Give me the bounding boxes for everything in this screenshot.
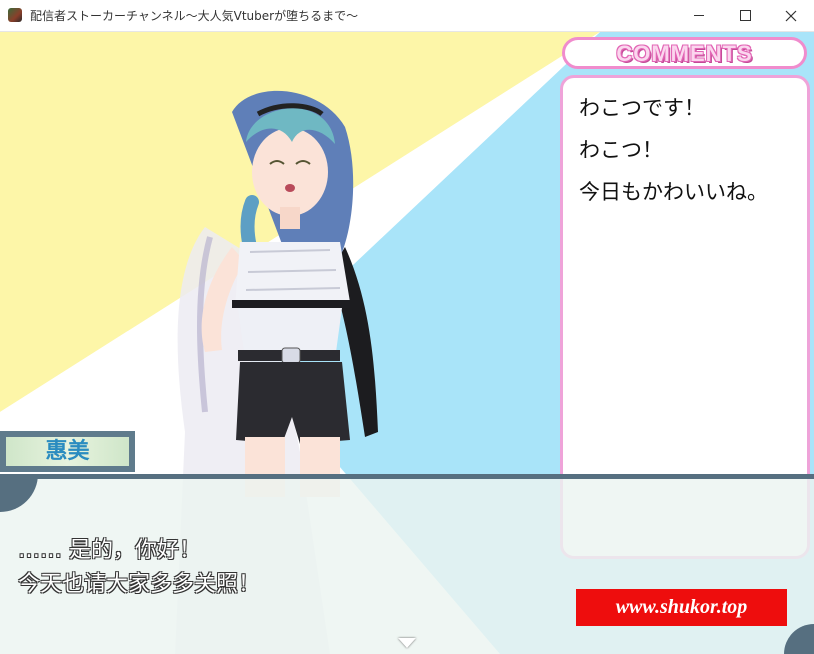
comments-title: COMMENTS — [616, 41, 753, 66]
comments-header: COMMENTS — [562, 37, 807, 69]
minimize-button[interactable] — [676, 0, 722, 31]
speaker-name: 惠美 — [45, 439, 90, 464]
continue-arrow-icon[interactable] — [398, 638, 416, 648]
message-window[interactable] — [0, 474, 814, 654]
comment-item: 今日もかわいいね。 — [579, 180, 768, 204]
comment-item: わこつです！ — [579, 96, 705, 120]
dialogue-line: …… 是的，你好！ — [18, 538, 201, 563]
speaker-namebox: 惠美 — [0, 431, 135, 472]
watermark-label: www.shukor.top — [576, 589, 787, 626]
game-app-icon — [8, 8, 22, 22]
maximize-icon — [739, 10, 751, 21]
game-viewport[interactable]: COMMENTS わこつです！ わこつ！ 今日もかわいいね。 惠美 …… 是的，… — [0, 32, 814, 654]
minimize-icon — [694, 15, 704, 16]
window-titlebar: 配信者ストーカーチャンネル～大人気Vtuberが堕ちるまで～ — [0, 0, 814, 32]
close-icon — [785, 10, 797, 21]
maximize-button[interactable] — [722, 0, 768, 31]
dialogue-line: 今天也请大家多多关照！ — [18, 572, 261, 597]
comment-item: わこつ！ — [579, 138, 663, 162]
window-title: 配信者ストーカーチャンネル～大人気Vtuberが堕ちるまで～ — [30, 9, 359, 23]
namebox-plate: 惠美 — [6, 437, 129, 466]
close-button[interactable] — [768, 0, 814, 31]
